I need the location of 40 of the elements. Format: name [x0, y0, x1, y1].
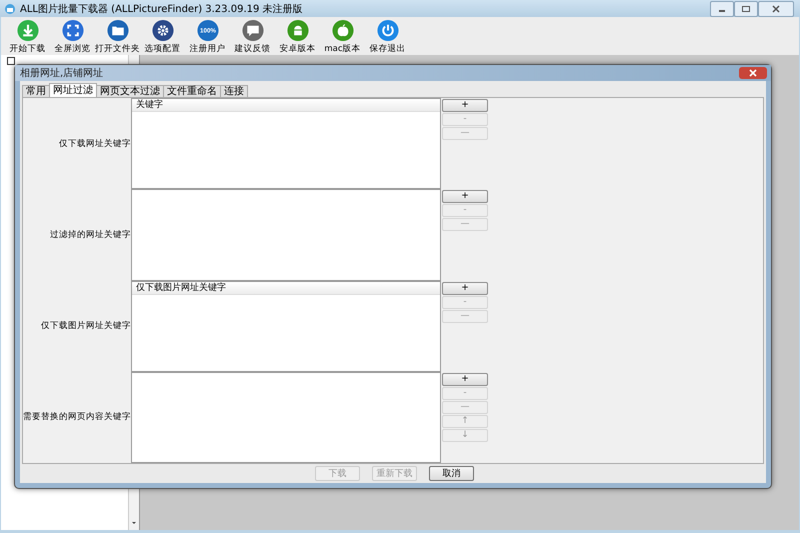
field-label: 需要替换的网页内容关键字 — [25, 410, 131, 424]
field-label: 仅下载图片网址关键字 — [40, 320, 131, 334]
tab[interactable]: 常用 — [22, 85, 50, 97]
tab[interactable]: 网址过滤 — [49, 83, 97, 97]
close-button[interactable] — [758, 0, 794, 16]
toolbar-button[interactable]: 打开文件夹 — [95, 17, 140, 55]
dialog-title: 相册网址,店铺网址 — [20, 66, 104, 80]
field-label: 过滤掉的网址关键字 — [49, 228, 131, 242]
list-box[interactable]: 关键字 — [131, 98, 441, 190]
toolbar-button[interactable]: 建议反馈 — [230, 17, 275, 55]
checkbox[interactable] — [7, 57, 15, 65]
tab[interactable]: 连接 — [220, 85, 248, 97]
close-icon — [748, 69, 758, 77]
list-box[interactable] — [131, 189, 441, 280]
list-button[interactable]: + — [442, 99, 488, 112]
toolbar-button[interactable]: 全屏浏览 — [50, 17, 95, 55]
toolbar-button[interactable]: 开始下载 — [5, 17, 50, 55]
toolbar-button[interactable]: 安卓版本 — [275, 17, 320, 55]
down-arrow-icon — [130, 520, 138, 526]
app-icon — [4, 2, 16, 14]
toolbar-button[interactable]: 保存退出 — [365, 17, 410, 55]
list-box[interactable] — [131, 372, 441, 463]
list-box[interactable]: 仅下载图片网址关键字 — [131, 280, 441, 372]
list-button[interactable]: + — [442, 190, 488, 204]
tab[interactable]: 网页文本过滤 — [96, 85, 164, 97]
window-title: ALL图片批量下载器 (ALLPictureFinder) 3.23.09.19 未注册版 — [20, 2, 303, 16]
toolbar-button[interactable]: mac版本 — [320, 17, 365, 55]
list-button[interactable]: + — [442, 282, 488, 294]
column-header: 仅下载图片网址关键字 — [132, 282, 440, 294]
list-button[interactable]: + — [442, 372, 488, 386]
minimize-button[interactable] — [710, 0, 734, 16]
column-header: 关键字 — [132, 99, 440, 112]
restore-icon — [741, 4, 751, 12]
cancel-button[interactable]: 取消 — [429, 466, 474, 481]
close-button[interactable] — [739, 67, 767, 79]
close-icon — [771, 4, 781, 12]
maximize-button[interactable] — [734, 0, 758, 16]
tab[interactable]: 文件重命名 — [163, 85, 221, 97]
toolbar-button[interactable]: 选项配置 — [140, 17, 185, 55]
field-label: 仅下载网址关键字 — [58, 138, 131, 151]
